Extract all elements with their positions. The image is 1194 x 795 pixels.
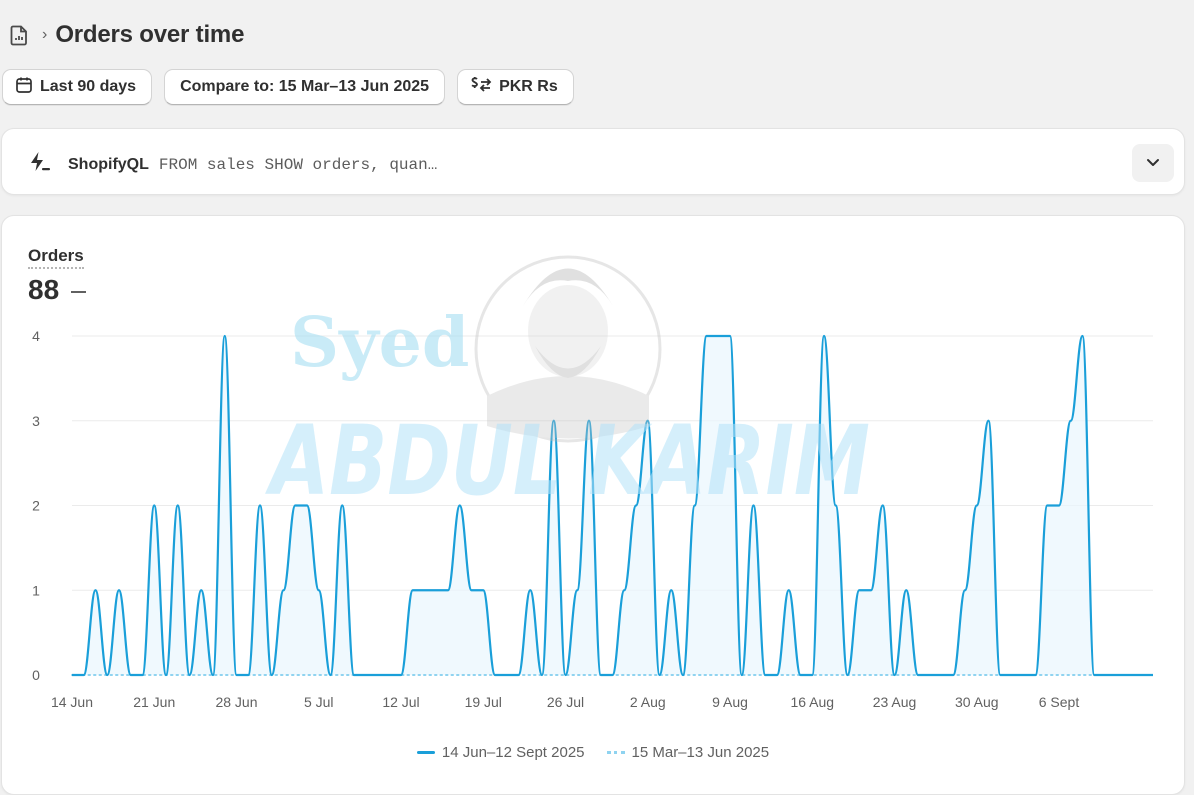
y-tick-label: 4 bbox=[32, 328, 40, 344]
legend-label-comparison: 15 Mar–13 Jun 2025 bbox=[631, 744, 770, 761]
x-tick-label: 30 Aug bbox=[955, 694, 999, 710]
shopifyql-expand-button[interactable] bbox=[1132, 144, 1174, 182]
currency-button[interactable]: PKR Rs bbox=[457, 69, 574, 105]
y-tick-label: 3 bbox=[32, 413, 40, 429]
chevron-down-icon bbox=[1146, 154, 1160, 172]
page-title: Orders over time bbox=[55, 21, 245, 48]
x-tick-label: 9 Aug bbox=[712, 694, 748, 710]
x-tick-label: 19 Jul bbox=[465, 694, 502, 710]
metric-change-dash bbox=[71, 291, 87, 293]
page-header: › Orders over time bbox=[10, 18, 244, 52]
y-tick-label: 0 bbox=[32, 667, 40, 683]
x-tick-label: 21 Jun bbox=[133, 694, 175, 710]
x-tick-label: 14 Jun bbox=[51, 694, 93, 710]
lightning-icon bbox=[28, 151, 52, 178]
report-toolbar: Last 90 days Compare to: 15 Mar–13 Jun 2… bbox=[2, 69, 574, 105]
legend-swatch-solid bbox=[416, 751, 435, 754]
shopifyql-query[interactable]: FROM sales SHOW orders, quan… bbox=[159, 156, 437, 174]
compare-to-button[interactable]: Compare to: 15 Mar–13 Jun 2025 bbox=[164, 69, 446, 105]
x-tick-label: 6 Sept bbox=[1039, 694, 1080, 710]
calendar-icon bbox=[15, 76, 33, 99]
legend-label-current: 14 Jun–12 Sept 2025 bbox=[441, 744, 585, 761]
x-tick-label: 23 Aug bbox=[873, 694, 917, 710]
legend-item-current[interactable]: 14 Jun–12 Sept 2025 bbox=[416, 744, 585, 761]
metric-value: 88 bbox=[28, 274, 87, 306]
currency-swap-icon bbox=[470, 76, 492, 99]
breadcrumb-separator: › bbox=[42, 26, 48, 43]
x-tick-label: 2 Aug bbox=[630, 694, 666, 710]
legend-swatch-dotted bbox=[606, 751, 625, 754]
shopifyql-bar[interactable]: ShopifyQL FROM sales SHOW orders, quan… bbox=[1, 128, 1185, 195]
report-doc-icon[interactable] bbox=[10, 24, 30, 46]
x-tick-label: 5 Jul bbox=[304, 694, 334, 710]
x-tick-label: 28 Jun bbox=[215, 694, 257, 710]
orders-line-chart[interactable]: 0 1 2 3 4 14 Jun 21 Jun 28 Jun 5 Jul 12 Jul 19 Ju… bbox=[1, 215, 1185, 795]
y-tick-label: 1 bbox=[32, 582, 40, 598]
currency-label: PKR Rs bbox=[499, 78, 558, 95]
x-tick-label: 16 Aug bbox=[790, 694, 834, 710]
compare-label: Compare to: 15 Mar–13 Jun 2025 bbox=[180, 78, 430, 95]
metric-label[interactable]: Orders bbox=[28, 246, 84, 269]
chart-card: 0 1 2 3 4 14 Jun 21 Jun 28 Jun 5 Jul 12 Jul 19 Ju… bbox=[1, 215, 1185, 795]
x-tick-label: 12 Jul bbox=[382, 694, 419, 710]
date-range-label: Last 90 days bbox=[40, 78, 137, 95]
x-tick-label: 26 Jul bbox=[547, 694, 584, 710]
metric-value-number: 88 bbox=[28, 274, 60, 305]
date-range-button[interactable]: Last 90 days bbox=[2, 69, 153, 105]
shopifyql-label: ShopifyQL bbox=[68, 155, 149, 173]
legend-item-comparison[interactable]: 15 Mar–13 Jun 2025 bbox=[606, 744, 770, 761]
y-tick-label: 2 bbox=[32, 498, 40, 514]
chart-legend: 14 Jun–12 Sept 2025 15 Mar–13 Jun 2025 bbox=[2, 744, 1184, 761]
